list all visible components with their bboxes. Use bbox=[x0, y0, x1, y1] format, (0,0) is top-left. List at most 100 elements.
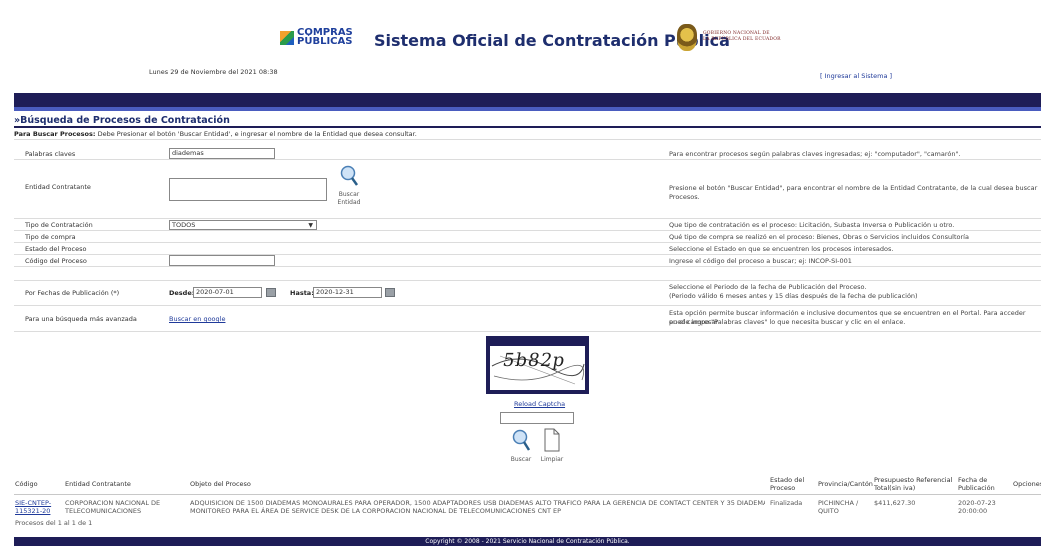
row-divider bbox=[14, 331, 1041, 332]
col-header-options: Opciones bbox=[1013, 480, 1041, 488]
compras-logo-mark-icon bbox=[280, 31, 294, 45]
reload-captcha-link[interactable]: Reload Captcha bbox=[514, 400, 565, 408]
gov-logo-line2: LA REPÚBLICA DEL ECUADOR bbox=[703, 37, 781, 42]
col-header-date: Fecha de Publicación bbox=[958, 476, 995, 492]
row-divider bbox=[14, 230, 1041, 231]
row-divider bbox=[14, 218, 1041, 219]
process-code-label: Código del Proceso bbox=[25, 257, 87, 265]
entity-label: Entidad Contratante bbox=[25, 183, 91, 191]
row-divider bbox=[14, 280, 1041, 281]
status-help: Seleccione el Estado en que se encuentre… bbox=[669, 245, 894, 253]
advanced-help-line2: en el campo "Palabras claves" lo que nec… bbox=[669, 318, 906, 326]
login-link[interactable]: [ Ingresar al Sistema ] bbox=[820, 72, 892, 80]
section-title: »Búsqueda de Procesos de Contratación bbox=[14, 115, 230, 126]
process-code-link[interactable]: SIE-CNTEP- 115321-20 bbox=[15, 499, 51, 515]
search-entity-button[interactable]: Buscar Entidad bbox=[331, 165, 367, 207]
date-from-input[interactable]: 2020-07-01 bbox=[193, 287, 262, 298]
contract-type-help: Que tipo de contratación es el proceso: … bbox=[669, 221, 955, 229]
col-header-entity: Entidad Contratante bbox=[65, 480, 131, 488]
calendar-icon[interactable] bbox=[266, 288, 276, 297]
row-divider bbox=[14, 266, 1041, 267]
navigation-stripe bbox=[14, 107, 1041, 111]
advanced-search-label: Para una búsqueda más avanzada bbox=[25, 315, 137, 323]
status-label: Estado del Proceso bbox=[25, 245, 87, 253]
captcha-text: 5b82p bbox=[501, 350, 568, 371]
date-to-input[interactable]: 2020-12-31 bbox=[313, 287, 382, 298]
col-header-status: Estado del Proceso bbox=[770, 476, 804, 492]
purchase-type-help: Qué tipo de compra se realizó en el proc… bbox=[669, 233, 969, 241]
footer: Copyright © 2008 - 2021 Servicio Naciona… bbox=[14, 537, 1041, 546]
object-cell: ADQUISICION DE 1500 DIADEMAS MONOAURALES… bbox=[190, 499, 765, 515]
col-header-status-l1: Estado del bbox=[770, 476, 805, 484]
clear-button-label: Limpiar bbox=[540, 456, 564, 463]
status-cell: Finalizada bbox=[770, 499, 803, 507]
entity-cell-l2: TELECOMUNICACIONES bbox=[65, 507, 142, 515]
col-header-budget-l2: Total(sin iva) bbox=[874, 484, 916, 492]
entity-textarea[interactable] bbox=[169, 178, 327, 201]
dates-label: Por Fechas de Publicación (*) bbox=[25, 289, 120, 297]
keywords-label: Palabras claves bbox=[25, 150, 76, 158]
process-code-input[interactable] bbox=[169, 255, 275, 266]
object-cell-l2: MONITOREO PARA EL ÁREA DE SERVICE DESK D… bbox=[190, 507, 562, 515]
process-code-help: Ingrese el código del proceso a buscar; … bbox=[669, 257, 852, 265]
search-button[interactable]: Buscar bbox=[508, 428, 534, 464]
row-divider bbox=[14, 242, 1041, 243]
gov-logo-line1: GOBIERNO NACIONAL DE bbox=[703, 31, 770, 36]
search-entity-label2: Entidad bbox=[337, 199, 361, 206]
calendar-icon[interactable] bbox=[385, 288, 395, 297]
dates-help-line2: (Periodo válido 6 meses antes y 15 días … bbox=[669, 292, 918, 300]
keywords-help: Para encontrar procesos según palabras c… bbox=[669, 150, 961, 158]
object-cell-l1: ADQUISICION DE 1500 DIADEMAS MONOAURALES… bbox=[190, 499, 765, 507]
pagination-info: Procesos del 1 al 1 de 1 bbox=[15, 519, 93, 527]
navigation-bar bbox=[14, 93, 1041, 107]
row-divider bbox=[14, 305, 1041, 306]
date-cell-l1: 2020-07-23 bbox=[958, 499, 996, 507]
captcha-input[interactable] bbox=[500, 412, 574, 424]
logo-text-line2: PÚBLICAS bbox=[297, 36, 353, 47]
contract-type-select[interactable]: TODOS ▼ bbox=[169, 220, 317, 230]
entity-help: Presione el botón "Buscar Entidad", para… bbox=[669, 184, 1038, 201]
date-cell-l2: 20:00:00 bbox=[958, 507, 988, 515]
dates-help-line1: Seleccione el Periodo de la fecha de Pub… bbox=[669, 283, 867, 291]
clear-button[interactable]: Limpiar bbox=[538, 428, 566, 464]
section-divider bbox=[14, 126, 1041, 128]
chevron-down-icon: ▼ bbox=[308, 222, 313, 229]
instructions-text: Debe Presionar el botón 'Buscar Entidad'… bbox=[95, 130, 417, 138]
col-header-date-l1: Fecha de bbox=[958, 476, 988, 484]
col-header-code: Código bbox=[15, 480, 38, 488]
current-date: Lunes 29 de Noviembre del 2021 08:38 bbox=[149, 68, 278, 76]
google-search-link[interactable]: Buscar en google bbox=[169, 315, 225, 323]
entity-cell-l1: CORPORACION NACIONAL DE bbox=[65, 499, 161, 507]
magnifier-icon bbox=[512, 429, 531, 451]
ecuador-seal-icon bbox=[677, 24, 697, 51]
date-to-label: Hasta: bbox=[290, 289, 314, 297]
search-instructions: Para Buscar Procesos: Debe Presionar el … bbox=[14, 130, 417, 138]
search-entity-label1: Buscar bbox=[338, 191, 360, 198]
table-header-divider bbox=[14, 494, 1041, 495]
entity-cell: CORPORACION NACIONAL DE TELECOMUNICACIONE… bbox=[65, 499, 160, 515]
budget-cell: $411,627.30 bbox=[874, 499, 916, 507]
government-logo: GOBIERNO NACIONAL DE LA REPÚBLICA DEL EC… bbox=[677, 24, 817, 52]
col-header-object: Objeto del Proceso bbox=[190, 480, 251, 488]
date-from-label: Desde: bbox=[169, 289, 195, 297]
compras-publicas-logo: COMPRAS PÚBLICAS bbox=[280, 28, 353, 50]
province-cell-l2: QUITO bbox=[818, 507, 839, 515]
process-code-l1: SIE-CNTEP- bbox=[15, 499, 52, 507]
magnifier-icon bbox=[340, 165, 359, 186]
province-cell: PICHINCHA / QUITO bbox=[818, 499, 858, 515]
col-header-date-l2: Publicación bbox=[958, 484, 995, 492]
contract-type-value: TODOS bbox=[172, 221, 196, 229]
process-code-l2: 115321-20 bbox=[15, 507, 51, 515]
col-header-budget: Presupuesto Referencial Total(sin iva) bbox=[874, 476, 952, 492]
instructions-bold: Para Buscar Procesos: bbox=[14, 130, 96, 138]
purchase-type-label: Tipo de compra bbox=[25, 233, 76, 241]
col-header-province: Provincia/Cantón bbox=[818, 480, 873, 488]
keywords-input[interactable]: diademas bbox=[169, 148, 275, 159]
col-header-budget-l1: Presupuesto Referencial bbox=[874, 476, 953, 484]
search-button-label: Buscar bbox=[510, 456, 532, 463]
document-icon bbox=[544, 428, 560, 452]
col-header-status-l2: Proceso bbox=[770, 484, 796, 492]
province-cell-l1: PICHINCHA / bbox=[818, 499, 859, 507]
contract-type-label: Tipo de Contratación bbox=[25, 221, 93, 229]
row-divider bbox=[14, 139, 1041, 140]
